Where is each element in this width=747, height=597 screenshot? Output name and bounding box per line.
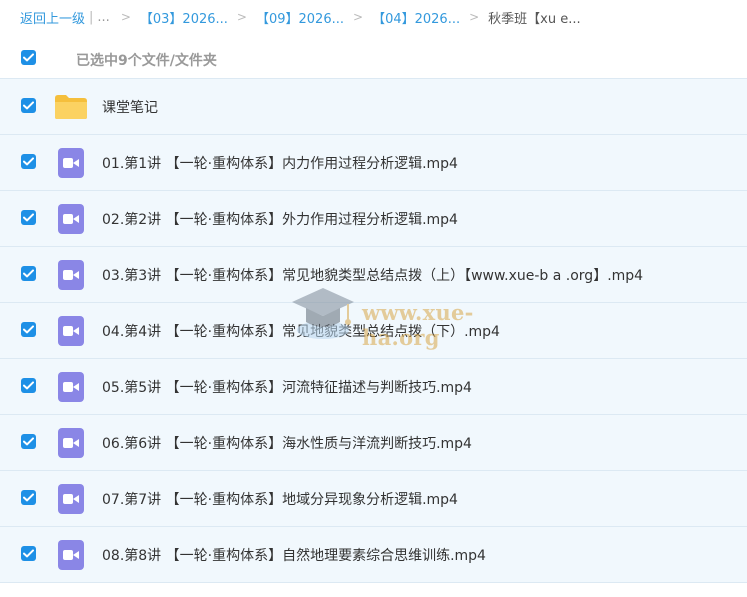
video-camera-glyph (63, 382, 79, 392)
video-icon (58, 204, 84, 234)
file-row[interactable]: 07.第7讲 【一轮·重构体系】地域分异现象分析逻辑.mp4 (0, 471, 747, 527)
file-name[interactable]: 01.第1讲 【一轮·重构体系】内力作用过程分析逻辑.mp4 (102, 153, 458, 173)
checkmark-icon (23, 437, 34, 446)
chevron-right-icon: > (353, 10, 364, 24)
folder-row[interactable]: 课堂笔记 (0, 78, 747, 135)
file-name[interactable]: 05.第5讲 【一轮·重构体系】河流特征描述与判断技巧.mp4 (102, 377, 472, 397)
checkmark-icon (23, 325, 34, 334)
video-icon (54, 428, 88, 458)
file-name[interactable]: 06.第6讲 【一轮·重构体系】海水性质与洋流判断技巧.mp4 (102, 433, 472, 453)
breadcrumb-current: 秋季班【xu e... (488, 11, 581, 27)
checkmark-icon (23, 213, 34, 222)
back-link[interactable]: 返回上一级 (20, 8, 85, 27)
video-icon (54, 260, 88, 290)
video-icon (58, 428, 84, 458)
video-icon (58, 484, 84, 514)
video-icon (58, 372, 84, 402)
chevron-right-icon: > (469, 10, 480, 24)
video-icon (58, 316, 84, 346)
file-name[interactable]: 02.第2讲 【一轮·重构体系】外力作用过程分析逻辑.mp4 (102, 209, 458, 229)
file-name[interactable]: 03.第3讲 【一轮·重构体系】常见地貌类型总结点拨（上）【www.xue-b … (102, 265, 643, 285)
row-checkbox[interactable] (21, 98, 36, 113)
video-icon (58, 148, 84, 178)
checkmark-icon (23, 493, 34, 502)
checkmark-icon (23, 549, 34, 558)
video-camera-glyph (63, 326, 79, 336)
breadcrumb-item-03[interactable]: 【03】2026... (140, 8, 228, 27)
video-icon (54, 204, 88, 234)
video-camera-glyph (63, 270, 79, 280)
checkmark-icon (23, 269, 34, 278)
video-camera-glyph (63, 494, 79, 504)
file-list: 课堂笔记 01.第1讲 【一轮·重构体系】内力作用过程分析逻辑.mp4 02.第2讲… (0, 78, 747, 583)
file-row[interactable]: 03.第3讲 【一轮·重构体系】常见地貌类型总结点拨（上）【www.xue-b … (0, 247, 747, 303)
breadcrumb-ellipsis[interactable]: ... (97, 10, 109, 25)
row-checkbox[interactable] (21, 266, 36, 281)
video-icon (58, 260, 84, 290)
file-row[interactable]: 08.第8讲 【一轮·重构体系】自然地理要素综合思维训练.mp4 (0, 527, 747, 583)
breadcrumb-item-09[interactable]: 【09】2026... (256, 8, 344, 27)
file-name[interactable]: 07.第7讲 【一轮·重构体系】地域分异现象分析逻辑.mp4 (102, 489, 458, 509)
file-row[interactable]: 01.第1讲 【一轮·重构体系】内力作用过程分析逻辑.mp4 (0, 135, 747, 191)
file-row[interactable]: 05.第5讲 【一轮·重构体系】河流特征描述与判断技巧.mp4 (0, 359, 747, 415)
file-row[interactable]: 04.第4讲 【一轮·重构体系】常见地貌类型总结点拨（下）.mp4 (0, 303, 747, 359)
checkmark-icon (23, 53, 34, 62)
video-icon (54, 148, 88, 178)
video-camera-glyph (63, 158, 79, 168)
file-name[interactable]: 课堂笔记 (102, 97, 158, 117)
video-icon (54, 484, 88, 514)
file-row[interactable]: 02.第2讲 【一轮·重构体系】外力作用过程分析逻辑.mp4 (0, 191, 747, 247)
folder-icon (54, 92, 88, 122)
row-checkbox[interactable] (21, 378, 36, 393)
file-browser: 返回上一级 | ... > 【03】2026... > 【09】2026... … (0, 0, 747, 597)
row-checkbox[interactable] (21, 546, 36, 561)
folder-icon (55, 95, 87, 119)
selection-summary: 已选中9个文件/文件夹 (76, 53, 217, 69)
chevron-right-icon: > (236, 10, 247, 24)
breadcrumb-divider: | (89, 9, 94, 25)
select-all-checkbox[interactable] (21, 50, 36, 65)
checkmark-icon (23, 101, 34, 110)
video-camera-glyph (63, 214, 79, 224)
video-camera-glyph (63, 438, 79, 448)
row-checkbox[interactable] (21, 322, 36, 337)
video-icon (54, 372, 88, 402)
video-camera-glyph (63, 550, 79, 560)
checkmark-icon (23, 381, 34, 390)
file-name[interactable]: 08.第8讲 【一轮·重构体系】自然地理要素综合思维训练.mp4 (102, 545, 486, 565)
row-checkbox[interactable] (21, 210, 36, 225)
breadcrumb: 返回上一级 | ... > 【03】2026... > 【09】2026... … (20, 6, 581, 28)
video-icon (54, 540, 88, 570)
video-icon (58, 540, 84, 570)
chevron-right-icon: > (120, 10, 131, 24)
file-name[interactable]: 04.第4讲 【一轮·重构体系】常见地貌类型总结点拨（下）.mp4 (102, 321, 500, 341)
row-checkbox[interactable] (21, 490, 36, 505)
breadcrumb-item-04[interactable]: 【04】2026... (372, 8, 460, 27)
file-row[interactable]: 06.第6讲 【一轮·重构体系】海水性质与洋流判断技巧.mp4 (0, 415, 747, 471)
video-icon (54, 316, 88, 346)
selection-bar: 已选中9个文件/文件夹 (0, 40, 747, 78)
row-checkbox[interactable] (21, 434, 36, 449)
row-checkbox[interactable] (21, 154, 36, 169)
checkmark-icon (23, 157, 34, 166)
